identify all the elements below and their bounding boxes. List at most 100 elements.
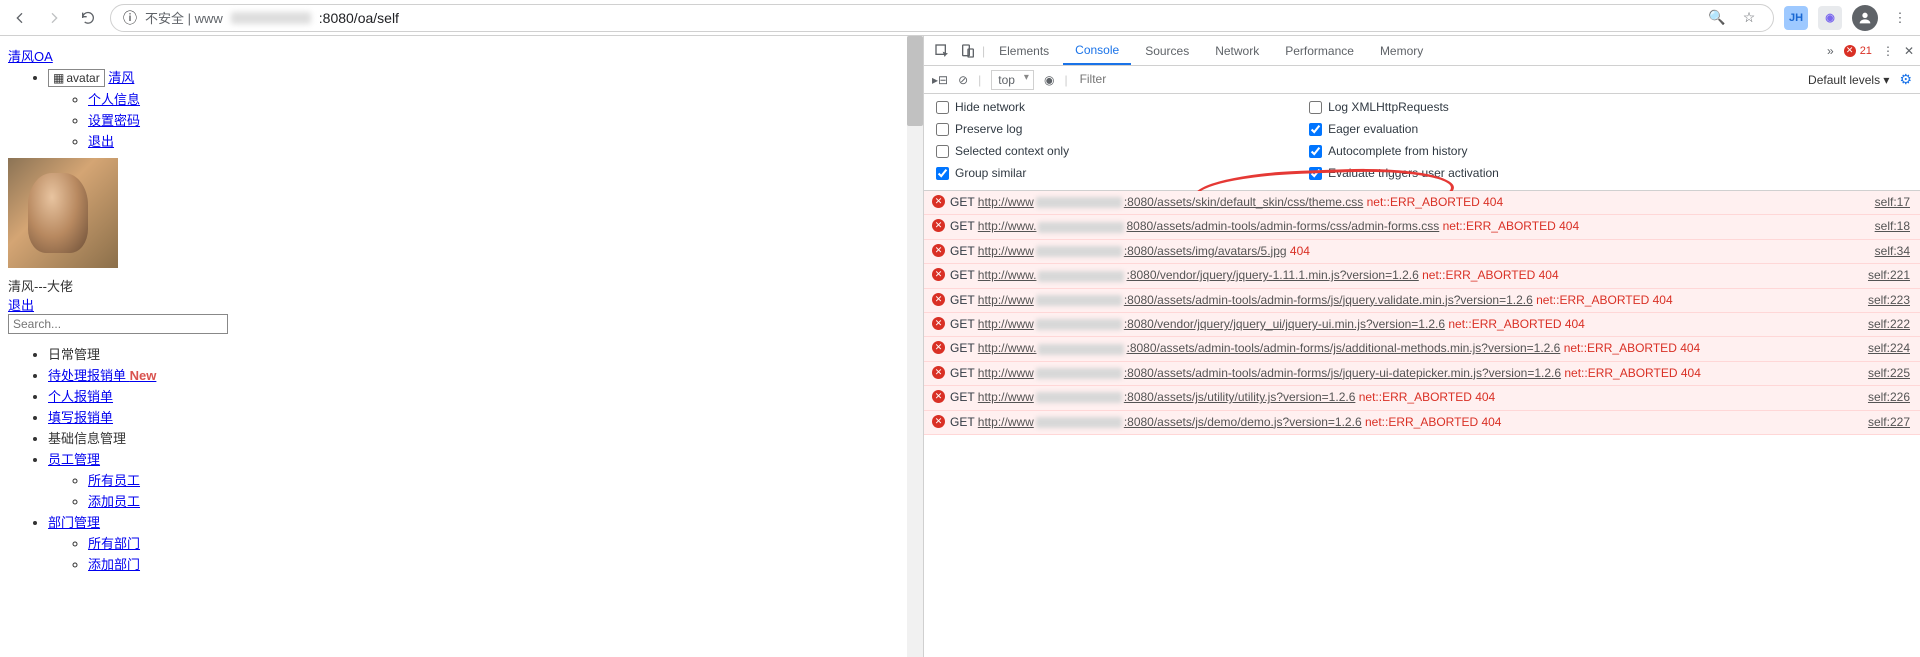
source-link[interactable]: self:221: [1868, 267, 1910, 284]
source-link[interactable]: self:34: [1875, 243, 1910, 260]
tab-elements[interactable]: Elements: [987, 36, 1061, 65]
live-expression-icon[interactable]: ◉: [1044, 73, 1054, 87]
console-error-row[interactable]: ✕ GET http://www:8080/assets/skin/defaul…: [924, 191, 1920, 215]
address-path: :8080/oa/self: [319, 10, 1697, 26]
console-error-row[interactable]: ✕ GET http://www.8080/assets/admin-tools…: [924, 215, 1920, 239]
source-link[interactable]: self:223: [1868, 292, 1910, 309]
opt-hide-network[interactable]: Hide network: [936, 100, 1069, 114]
error-icon: ✕: [932, 219, 945, 232]
reload-button[interactable]: [76, 6, 100, 30]
opt-autocomplete[interactable]: Autocomplete from history: [1309, 144, 1499, 158]
address-bar[interactable]: ⓘ 不安全 | www :8080/oa/self 🔍 ☆: [110, 4, 1774, 32]
nav-fill-reimb[interactable]: 填写报销单: [48, 410, 113, 425]
devtools-menu-icon[interactable]: ⋮: [1882, 44, 1894, 58]
opt-selected-ctx[interactable]: Selected context only: [936, 144, 1069, 158]
error-icon: ✕: [932, 341, 945, 354]
opt-log-xhr[interactable]: Log XMLHttpRequests: [1309, 100, 1499, 114]
blurred-domain: [231, 12, 311, 24]
error-icon: ✕: [932, 366, 945, 379]
console-error-row[interactable]: ✕ GET http://www:8080/assets/admin-tools…: [924, 289, 1920, 313]
menu-password[interactable]: 设置密码: [88, 113, 140, 128]
search-icon[interactable]: 🔍: [1705, 6, 1729, 30]
clear-console-icon[interactable]: ⊘: [958, 73, 968, 87]
more-tabs-icon[interactable]: »: [1827, 44, 1834, 58]
avatar-broken-image: ▦ avatar: [48, 69, 105, 87]
extension-jh[interactable]: JH: [1784, 6, 1808, 30]
nav-add-emp[interactable]: 添加员工: [88, 494, 140, 509]
source-link[interactable]: self:225: [1868, 365, 1910, 382]
user-photo: [8, 158, 118, 268]
filter-input[interactable]: [1078, 70, 1798, 89]
log-levels[interactable]: Default levels ▾: [1808, 73, 1889, 87]
source-link[interactable]: self:222: [1868, 316, 1910, 333]
brand-link[interactable]: 清风OA: [8, 49, 53, 64]
security-status: 不安全 | www: [145, 8, 223, 27]
chrome-menu-icon[interactable]: ⋮: [1888, 6, 1912, 30]
console-error-row[interactable]: ✕ GET http://www:8080/assets/img/avatars…: [924, 240, 1920, 264]
error-count[interactable]: ✕21: [1844, 45, 1872, 57]
scrollbar-thumb[interactable]: [907, 36, 923, 126]
console-error-row[interactable]: ✕ GET http://www:8080/assets/js/utility/…: [924, 386, 1920, 410]
error-icon: ✕: [932, 415, 945, 428]
avatar-alt: avatar: [66, 71, 99, 85]
tab-sources[interactable]: Sources: [1133, 36, 1201, 65]
device-icon[interactable]: [956, 39, 980, 63]
error-icon: ✕: [932, 317, 945, 330]
gear-icon[interactable]: ⚙: [1899, 71, 1912, 88]
console-error-row[interactable]: ✕ GET http://www:8080/vendor/jquery/jque…: [924, 313, 1920, 337]
console-output: ✕ GET http://www:8080/assets/skin/defaul…: [924, 191, 1920, 657]
console-error-row[interactable]: ✕ GET http://www:8080/assets/js/demo/dem…: [924, 411, 1920, 435]
opt-group-similar[interactable]: Group similar: [936, 166, 1069, 180]
error-icon: ✕: [932, 244, 945, 257]
context-selector[interactable]: top: [991, 70, 1034, 90]
nav-dept-mgmt[interactable]: 部门管理: [48, 515, 100, 530]
tab-console[interactable]: Console: [1063, 36, 1131, 65]
nav-emp-mgmt[interactable]: 员工管理: [48, 452, 100, 467]
source-link[interactable]: self:226: [1868, 389, 1910, 406]
source-link[interactable]: self:17: [1875, 194, 1910, 211]
new-badge: New: [130, 368, 157, 383]
console-error-row[interactable]: ✕ GET http://www:8080/assets/admin-tools…: [924, 362, 1920, 386]
page-content: 清风OA ▦ avatar 清风 个人信息 设置密码 退出 清风---大佬: [0, 36, 923, 657]
search-input[interactable]: [8, 314, 228, 334]
console-sidebar-icon[interactable]: ▸⊟: [932, 73, 948, 87]
menu-logout[interactable]: 退出: [88, 134, 114, 149]
opt-eval-trigger[interactable]: Evaluate triggers user activation: [1309, 166, 1499, 180]
error-icon: ✕: [932, 268, 945, 281]
nav-all-dept[interactable]: 所有部门: [88, 536, 140, 551]
console-error-row[interactable]: ✕ GET http://www.:8080/assets/admin-tool…: [924, 337, 1920, 361]
console-settings: Hide network Preserve log Selected conte…: [924, 94, 1920, 191]
bookmark-icon[interactable]: ☆: [1737, 6, 1761, 30]
source-link[interactable]: self:227: [1868, 414, 1910, 431]
back-button[interactable]: [8, 6, 32, 30]
nav-add-dept[interactable]: 添加部门: [88, 557, 140, 572]
error-icon: ✕: [932, 293, 945, 306]
nav-basic-info: 基础信息管理: [48, 428, 915, 447]
source-link[interactable]: self:224: [1868, 340, 1910, 357]
extension-rb[interactable]: ◉: [1818, 6, 1842, 30]
tab-memory[interactable]: Memory: [1368, 36, 1435, 65]
error-icon: ✕: [932, 390, 945, 403]
menu-profile[interactable]: 个人信息: [88, 92, 140, 107]
nav-pending[interactable]: 待处理报销单 New: [48, 368, 156, 383]
console-toolbar: ▸⊟ ⊘ | top ◉ | Default levels ▾ ⚙: [924, 66, 1920, 94]
forward-button[interactable]: [42, 6, 66, 30]
profile-avatar[interactable]: [1852, 5, 1878, 31]
source-link[interactable]: self:18: [1875, 218, 1910, 235]
opt-eager-eval[interactable]: Eager evaluation: [1309, 122, 1499, 136]
user-label: 清风---大佬: [8, 276, 915, 295]
page-scrollbar[interactable]: [907, 36, 923, 657]
tab-network[interactable]: Network: [1203, 36, 1271, 65]
inspect-icon[interactable]: [930, 39, 954, 63]
close-devtools-icon[interactable]: ✕: [1904, 44, 1914, 58]
broken-image-icon: ▦: [53, 71, 64, 85]
exit-link[interactable]: 退出: [8, 298, 34, 313]
opt-preserve-log[interactable]: Preserve log: [936, 122, 1069, 136]
nav-personal-reimb[interactable]: 个人报销单: [48, 389, 113, 404]
console-error-row[interactable]: ✕ GET http://www.:8080/vendor/jquery/jqu…: [924, 264, 1920, 288]
browser-toolbar: ⓘ 不安全 | www :8080/oa/self 🔍 ☆ JH ◉ ⋮: [0, 0, 1920, 36]
avatar-user-link[interactable]: 清风: [108, 70, 134, 85]
tab-performance[interactable]: Performance: [1273, 36, 1366, 65]
devtools-tabs: | Elements Console Sources Network Perfo…: [924, 36, 1920, 66]
nav-all-emp[interactable]: 所有员工: [88, 473, 140, 488]
